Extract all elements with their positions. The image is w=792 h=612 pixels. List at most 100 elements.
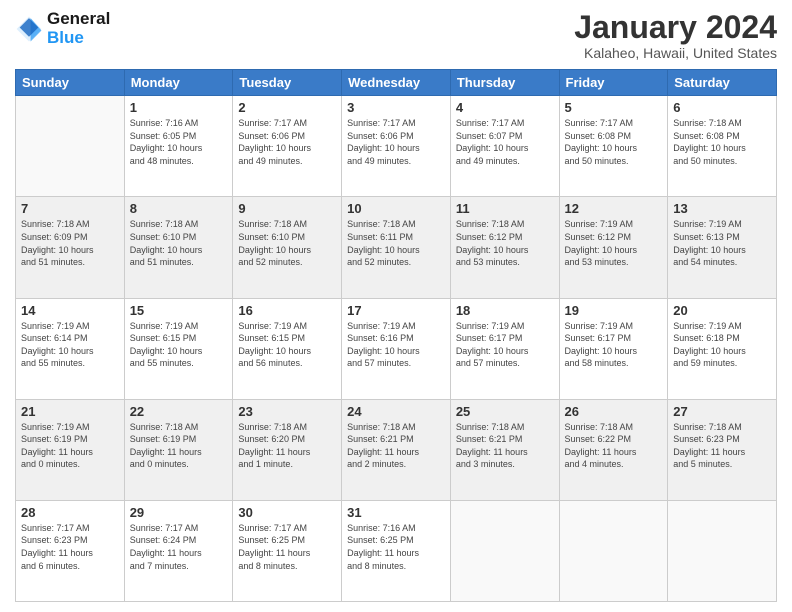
day-info: Sunrise: 7:16 AM Sunset: 6:05 PM Dayligh… xyxy=(130,117,228,167)
day-info: Sunrise: 7:18 AM Sunset: 6:21 PM Dayligh… xyxy=(456,421,554,471)
calendar-week-row: 14 Sunrise: 7:19 AM Sunset: 6:14 PM Dayli… xyxy=(16,298,777,399)
day-number: 7 xyxy=(21,201,119,216)
calendar-cell: 21 Sunrise: 7:19 AM Sunset: 6:19 PM Dayli… xyxy=(16,399,125,500)
day-number: 25 xyxy=(456,404,554,419)
logo-text: General Blue xyxy=(47,10,110,47)
calendar-cell: 18 Sunrise: 7:19 AM Sunset: 6:17 PM Dayli… xyxy=(450,298,559,399)
calendar-cell: 6Sunrise: 7:18 AM Sunset: 6:08 PM Daylig… xyxy=(668,96,777,197)
day-number: 19 xyxy=(565,303,663,318)
day-number: 27 xyxy=(673,404,771,419)
day-info: Sunrise: 7:18 AM Sunset: 6:23 PM Dayligh… xyxy=(673,421,771,471)
calendar-cell: 11 Sunrise: 7:18 AM Sunset: 6:12 PM Dayli… xyxy=(450,197,559,298)
day-number: 11 xyxy=(456,201,554,216)
calendar-cell: 9 Sunrise: 7:18 AM Sunset: 6:10 PM Daylig… xyxy=(233,197,342,298)
day-number: 14 xyxy=(21,303,119,318)
day-info: Sunrise: 7:18 AM Sunset: 6:12 PM Dayligh… xyxy=(456,218,554,268)
calendar-cell: 20 Sunrise: 7:19 AM Sunset: 6:18 PM Dayli… xyxy=(668,298,777,399)
calendar-cell: 29 Sunrise: 7:17 AM Sunset: 6:24 PM Dayli… xyxy=(124,500,233,601)
day-number: 29 xyxy=(130,505,228,520)
calendar-cell: 2Sunrise: 7:17 AM Sunset: 6:06 PM Daylig… xyxy=(233,96,342,197)
day-info: Sunrise: 7:19 AM Sunset: 6:16 PM Dayligh… xyxy=(347,320,445,370)
calendar-cell xyxy=(16,96,125,197)
day-number: 21 xyxy=(21,404,119,419)
calendar-table: SundayMondayTuesdayWednesdayThursdayFrid… xyxy=(15,69,777,602)
weekday-header-sunday: Sunday xyxy=(16,70,125,96)
day-info: Sunrise: 7:19 AM Sunset: 6:17 PM Dayligh… xyxy=(456,320,554,370)
calendar-cell: 8Sunrise: 7:18 AM Sunset: 6:10 PM Daylig… xyxy=(124,197,233,298)
calendar-page: General Blue January 2024 Kalaheo, Hawai… xyxy=(0,0,792,612)
day-info: Sunrise: 7:19 AM Sunset: 6:15 PM Dayligh… xyxy=(238,320,336,370)
calendar-cell: 12 Sunrise: 7:19 AM Sunset: 6:12 PM Dayli… xyxy=(559,197,668,298)
weekday-header-wednesday: Wednesday xyxy=(342,70,451,96)
day-number: 17 xyxy=(347,303,445,318)
day-info: Sunrise: 7:19 AM Sunset: 6:13 PM Dayligh… xyxy=(673,218,771,268)
weekday-header-tuesday: Tuesday xyxy=(233,70,342,96)
weekday-header-row: SundayMondayTuesdayWednesdayThursdayFrid… xyxy=(16,70,777,96)
calendar-cell: 7 Sunrise: 7:18 AM Sunset: 6:09 PM Daylig… xyxy=(16,197,125,298)
day-number: 20 xyxy=(673,303,771,318)
day-info: Sunrise: 7:19 AM Sunset: 6:18 PM Dayligh… xyxy=(673,320,771,370)
day-info: Sunrise: 7:18 AM Sunset: 6:10 PM Dayligh… xyxy=(130,218,228,268)
page-header: General Blue January 2024 Kalaheo, Hawai… xyxy=(15,10,777,61)
day-info: Sunrise: 7:18 AM Sunset: 6:09 PM Dayligh… xyxy=(21,218,119,268)
calendar-cell: 23 Sunrise: 7:18 AM Sunset: 6:20 PM Dayli… xyxy=(233,399,342,500)
calendar-cell: 1 Sunrise: 7:16 AM Sunset: 6:05 PM Daylig… xyxy=(124,96,233,197)
calendar-cell: 30Sunrise: 7:17 AM Sunset: 6:25 PM Dayli… xyxy=(233,500,342,601)
weekday-header-friday: Friday xyxy=(559,70,668,96)
weekday-header-thursday: Thursday xyxy=(450,70,559,96)
day-info: Sunrise: 7:17 AM Sunset: 6:07 PM Dayligh… xyxy=(456,117,554,167)
day-info: Sunrise: 7:19 AM Sunset: 6:14 PM Dayligh… xyxy=(21,320,119,370)
day-number: 13 xyxy=(673,201,771,216)
day-number: 24 xyxy=(347,404,445,419)
calendar-cell: 14 Sunrise: 7:19 AM Sunset: 6:14 PM Dayli… xyxy=(16,298,125,399)
day-info: Sunrise: 7:18 AM Sunset: 6:22 PM Dayligh… xyxy=(565,421,663,471)
day-info: Sunrise: 7:17 AM Sunset: 6:25 PM Dayligh… xyxy=(238,522,336,572)
day-number: 15 xyxy=(130,303,228,318)
calendar-week-row: 28 Sunrise: 7:17 AM Sunset: 6:23 PM Dayli… xyxy=(16,500,777,601)
day-number: 28 xyxy=(21,505,119,520)
weekday-header-saturday: Saturday xyxy=(668,70,777,96)
day-info: Sunrise: 7:18 AM Sunset: 6:19 PM Dayligh… xyxy=(130,421,228,471)
calendar-cell: 4Sunrise: 7:17 AM Sunset: 6:07 PM Daylig… xyxy=(450,96,559,197)
day-info: Sunrise: 7:18 AM Sunset: 6:21 PM Dayligh… xyxy=(347,421,445,471)
calendar-week-row: 21 Sunrise: 7:19 AM Sunset: 6:19 PM Dayli… xyxy=(16,399,777,500)
calendar-cell xyxy=(668,500,777,601)
day-number: 26 xyxy=(565,404,663,419)
calendar-cell: 10Sunrise: 7:18 AM Sunset: 6:11 PM Dayli… xyxy=(342,197,451,298)
day-info: Sunrise: 7:19 AM Sunset: 6:19 PM Dayligh… xyxy=(21,421,119,471)
logo-icon xyxy=(15,15,43,43)
location: Kalaheo, Hawaii, United States xyxy=(574,45,777,61)
logo: General Blue xyxy=(15,10,110,47)
calendar-cell: 25 Sunrise: 7:18 AM Sunset: 6:21 PM Dayli… xyxy=(450,399,559,500)
day-info: Sunrise: 7:17 AM Sunset: 6:24 PM Dayligh… xyxy=(130,522,228,572)
day-number: 3 xyxy=(347,100,445,115)
calendar-cell: 16Sunrise: 7:19 AM Sunset: 6:15 PM Dayli… xyxy=(233,298,342,399)
calendar-cell: 13 Sunrise: 7:19 AM Sunset: 6:13 PM Dayli… xyxy=(668,197,777,298)
day-number: 12 xyxy=(565,201,663,216)
day-number: 18 xyxy=(456,303,554,318)
calendar-cell: 15Sunrise: 7:19 AM Sunset: 6:15 PM Dayli… xyxy=(124,298,233,399)
day-number: 10 xyxy=(347,201,445,216)
calendar-week-row: 1 Sunrise: 7:16 AM Sunset: 6:05 PM Daylig… xyxy=(16,96,777,197)
day-number: 2 xyxy=(238,100,336,115)
day-number: 6 xyxy=(673,100,771,115)
day-info: Sunrise: 7:18 AM Sunset: 6:10 PM Dayligh… xyxy=(238,218,336,268)
day-number: 5 xyxy=(565,100,663,115)
day-info: Sunrise: 7:16 AM Sunset: 6:25 PM Dayligh… xyxy=(347,522,445,572)
day-info: Sunrise: 7:19 AM Sunset: 6:12 PM Dayligh… xyxy=(565,218,663,268)
day-info: Sunrise: 7:17 AM Sunset: 6:08 PM Dayligh… xyxy=(565,117,663,167)
day-number: 9 xyxy=(238,201,336,216)
day-info: Sunrise: 7:18 AM Sunset: 6:20 PM Dayligh… xyxy=(238,421,336,471)
calendar-cell: 28 Sunrise: 7:17 AM Sunset: 6:23 PM Dayli… xyxy=(16,500,125,601)
day-number: 23 xyxy=(238,404,336,419)
day-info: Sunrise: 7:17 AM Sunset: 6:23 PM Dayligh… xyxy=(21,522,119,572)
weekday-header-monday: Monday xyxy=(124,70,233,96)
calendar-cell xyxy=(450,500,559,601)
title-block: January 2024 Kalaheo, Hawaii, United Sta… xyxy=(574,10,777,61)
calendar-week-row: 7 Sunrise: 7:18 AM Sunset: 6:09 PM Daylig… xyxy=(16,197,777,298)
calendar-cell: 19Sunrise: 7:19 AM Sunset: 6:17 PM Dayli… xyxy=(559,298,668,399)
calendar-cell: 26 Sunrise: 7:18 AM Sunset: 6:22 PM Dayli… xyxy=(559,399,668,500)
calendar-cell: 24 Sunrise: 7:18 AM Sunset: 6:21 PM Dayli… xyxy=(342,399,451,500)
day-number: 1 xyxy=(130,100,228,115)
calendar-cell xyxy=(559,500,668,601)
